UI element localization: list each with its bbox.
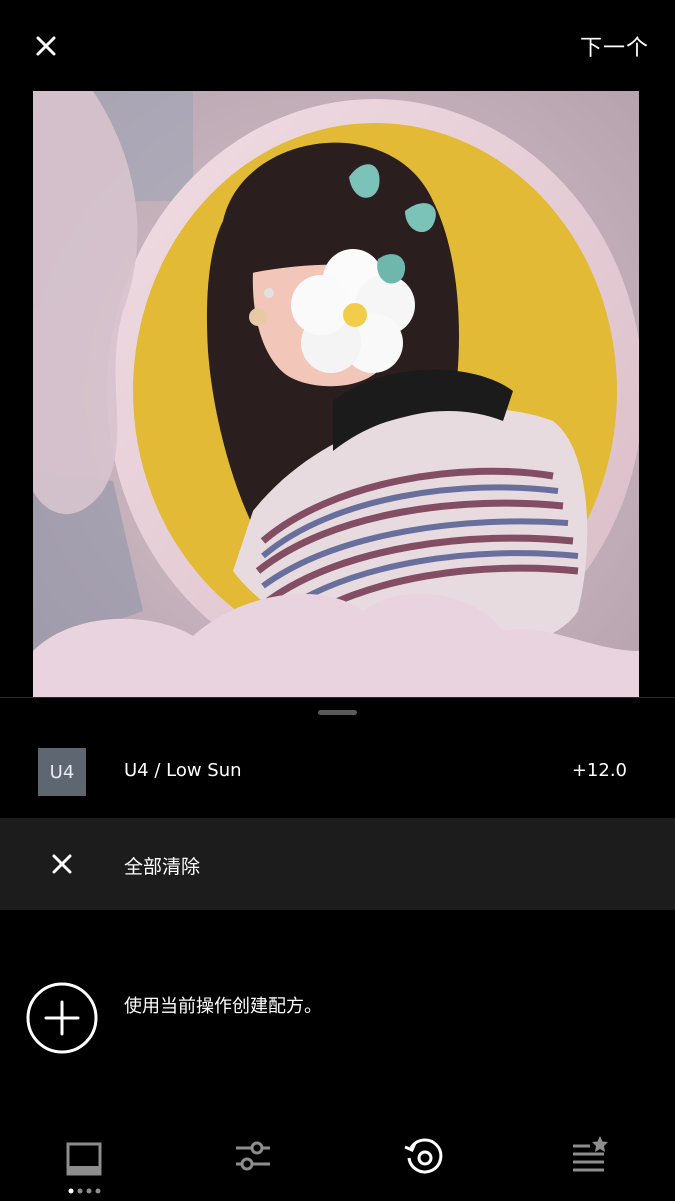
preset-badge: U4 [38,748,86,796]
tab-history[interactable] [403,1134,443,1178]
next-button[interactable]: 下一个 [580,30,649,62]
plus-circle-icon [26,982,98,1054]
close-icon [36,36,56,56]
edit-sheet: U4 U4 / Low Sun +12.0 全部清除 使用当前操作创建配方。 [0,697,675,1201]
close-icon [52,854,72,874]
bottom-tab-bar [0,1128,675,1200]
applied-preset-row[interactable]: U4 U4 / Low Sun +12.0 [0,745,675,799]
photo-preview [33,91,639,697]
close-button[interactable] [30,30,62,62]
tab-presets[interactable] [64,1134,104,1178]
presets-icon [66,1142,102,1176]
create-recipe-label: 使用当前操作创建配方。 [124,996,322,1017]
tab-adjust[interactable] [233,1134,273,1178]
sliders-icon [236,1141,270,1171]
top-bar: 下一个 [0,0,675,90]
tab-recipes[interactable] [570,1134,610,1178]
clear-all-button[interactable]: 全部清除 [0,818,675,910]
create-recipe-button[interactable]: 使用当前操作创建配方。 [0,980,675,1070]
recipes-icon [573,1136,608,1172]
tab-indicator-dots [68,1179,102,1194]
preset-name: U4 / Low Sun [124,760,242,781]
history-icon [404,1138,443,1174]
clear-all-label: 全部清除 [124,856,201,878]
sheet-handle[interactable] [318,710,357,715]
preset-strength: +12.0 [571,760,627,781]
